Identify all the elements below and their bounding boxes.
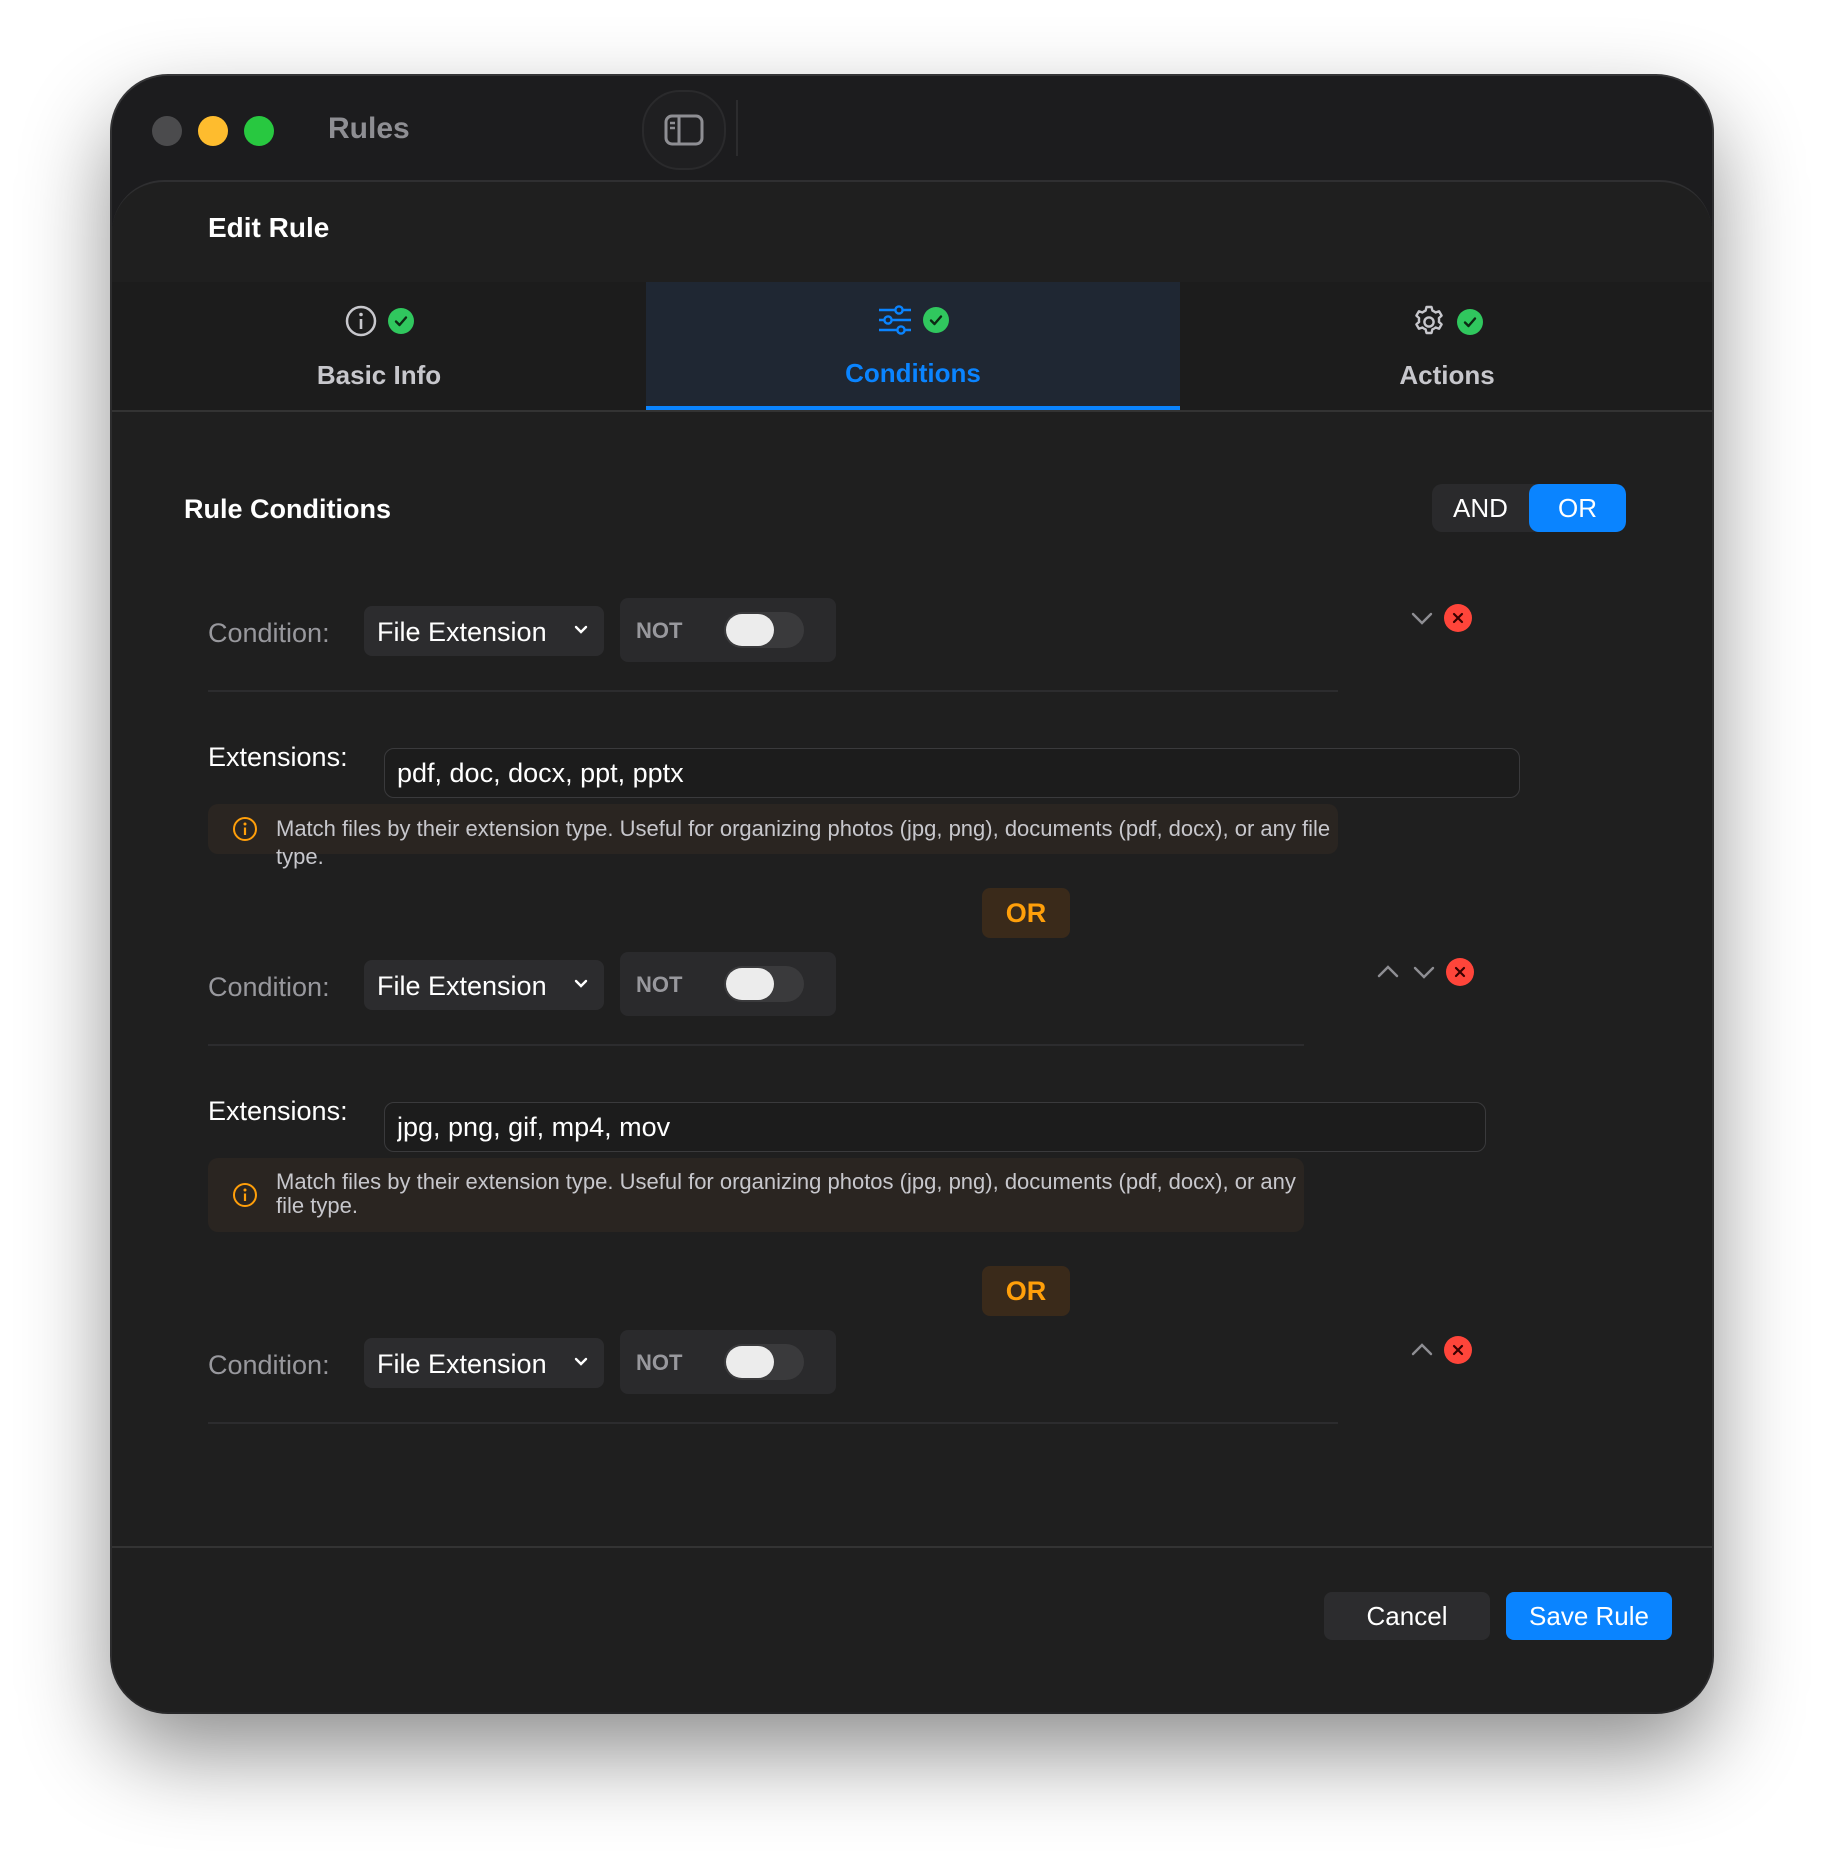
tab-complete-check-icon — [1457, 309, 1483, 335]
condition-type-value: File Extension — [377, 971, 547, 1001]
extensions-input[interactable] — [384, 748, 1520, 798]
sliders-icon — [879, 305, 911, 335]
condition-row-3: Condition: File Extension NOT — [208, 1330, 1548, 1400]
condition-type-select[interactable]: File Extension — [364, 606, 604, 656]
extensions-label: Extensions: — [208, 1096, 348, 1126]
close-icon — [1454, 966, 1466, 978]
window-title: Rules — [328, 112, 410, 145]
remove-condition-button[interactable] — [1444, 1336, 1472, 1364]
move-down-icon[interactable] — [1410, 958, 1438, 986]
row-controls — [1408, 598, 1472, 638]
not-toggle[interactable] — [724, 966, 804, 1002]
remove-condition-button[interactable] — [1444, 604, 1472, 632]
sidebar-icon — [664, 114, 704, 146]
extensions-label: Extensions: — [208, 742, 348, 772]
toolbar-divider — [736, 100, 738, 156]
extensions-field[interactable] — [397, 757, 1418, 789]
section-title: Rule Conditions — [184, 494, 391, 524]
tab-complete-check-icon — [388, 308, 414, 334]
logic-segmented-control: AND OR — [1432, 484, 1626, 532]
not-toggle-group: NOT — [620, 952, 836, 1016]
close-window-button[interactable] — [152, 116, 182, 146]
condition-type-select[interactable]: File Extension — [364, 1338, 604, 1388]
gear-icon — [1415, 305, 1443, 335]
condition-label: Condition: — [208, 618, 330, 648]
sheet-footer: Cancel Save Rule — [112, 1546, 1712, 1712]
not-toggle-group: NOT — [620, 1330, 836, 1394]
conditions-content: Rule Conditions AND OR Condition: File E… — [112, 412, 1712, 1592]
not-toggle[interactable] — [724, 612, 804, 648]
info-icon — [345, 305, 377, 337]
or-joiner-badge: OR — [982, 1266, 1070, 1316]
info-text-line-2: file type. — [276, 1193, 358, 1218]
divider — [208, 690, 1338, 692]
condition-type-value: File Extension — [377, 1349, 547, 1379]
move-down-icon[interactable] — [1408, 604, 1436, 632]
info-box: Match files by their extension type. Use… — [208, 1158, 1304, 1232]
chevron-down-icon — [574, 979, 588, 988]
tab-basic-info[interactable]: Basic Info — [112, 282, 646, 408]
info-box: Match files by their extension type. Use… — [208, 804, 1338, 869]
info-circle-icon — [233, 817, 257, 841]
not-label: NOT — [636, 618, 683, 643]
divider — [208, 1044, 1304, 1046]
not-label: NOT — [636, 1350, 683, 1375]
logic-and-option[interactable]: AND — [1432, 484, 1529, 532]
close-icon — [1452, 1344, 1464, 1356]
chevron-down-icon — [574, 625, 588, 634]
maximize-window-button[interactable] — [244, 116, 274, 146]
edit-rule-sheet: Edit Rule Basic Info Conditions Actions … — [112, 180, 1712, 1712]
tab-complete-check-icon — [923, 307, 949, 333]
save-rule-button[interactable]: Save Rule — [1506, 1592, 1672, 1640]
info-text: Match files by their extension type. Use… — [276, 816, 1331, 869]
remove-condition-button[interactable] — [1446, 958, 1474, 986]
tab-label: Basic Info — [316, 360, 442, 390]
move-up-icon[interactable] — [1374, 958, 1402, 986]
tab-conditions[interactable]: Conditions — [646, 282, 1180, 410]
row-controls — [1408, 1330, 1472, 1370]
not-toggle[interactable] — [724, 1344, 804, 1380]
info-text-line-1: Match files by their extension type. Use… — [276, 1169, 1296, 1194]
not-toggle-group: NOT — [620, 598, 836, 662]
row-controls — [1374, 952, 1474, 992]
condition-type-value: File Extension — [377, 617, 547, 647]
extensions-input[interactable] — [384, 1102, 1486, 1152]
condition-row-1: Condition: File Extension NOT — [208, 598, 1548, 668]
or-joiner-badge: OR — [982, 888, 1070, 938]
cancel-button[interactable]: Cancel — [1324, 1592, 1490, 1640]
tab-actions[interactable]: Actions — [1180, 282, 1712, 408]
condition-row-2: Condition: File Extension NOT — [208, 952, 1548, 1022]
extensions-field[interactable] — [397, 1111, 1387, 1143]
divider — [208, 1422, 1338, 1424]
condition-type-select[interactable]: File Extension — [364, 960, 604, 1010]
move-up-icon[interactable] — [1408, 1336, 1436, 1364]
not-label: NOT — [636, 972, 683, 997]
close-icon — [1452, 612, 1464, 624]
tab-label: Actions — [1399, 360, 1495, 390]
toggle-sidebar-button[interactable] — [642, 90, 726, 170]
tab-label: Conditions — [845, 358, 981, 388]
condition-label: Condition: — [208, 1350, 330, 1380]
sheet-title: Edit Rule — [208, 212, 330, 243]
titlebar: Rules — [112, 76, 1712, 182]
info-circle-icon — [233, 1183, 257, 1207]
logic-or-option[interactable]: OR — [1529, 484, 1626, 532]
rules-window: Rules Edit Rule Basic Info Conditions Ac… — [112, 76, 1712, 1712]
minimize-window-button[interactable] — [198, 116, 228, 146]
tab-bar: Basic Info Conditions Actions — [112, 282, 1712, 412]
chevron-down-icon — [574, 1357, 588, 1366]
condition-label: Condition: — [208, 972, 330, 1002]
